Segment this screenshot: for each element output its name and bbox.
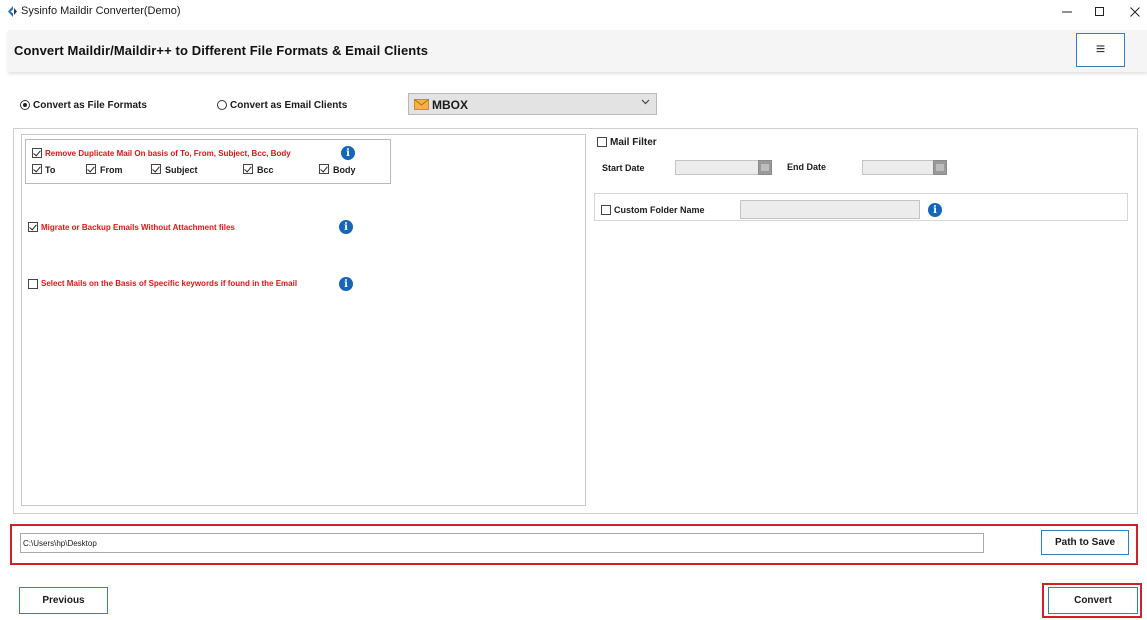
- minimize-button[interactable]: [1050, 0, 1084, 24]
- dup-to-label[interactable]: To: [45, 165, 55, 175]
- radio-email-clients[interactable]: [217, 100, 227, 110]
- dup-body-label[interactable]: Body: [333, 165, 356, 175]
- hamburger-menu-button[interactable]: ≡: [1076, 33, 1125, 67]
- info-icon-glyph: i: [933, 204, 937, 216]
- info-icon-glyph: i: [346, 147, 350, 159]
- remove-duplicate-checkbox[interactable]: [32, 148, 42, 158]
- dup-subject-checkbox[interactable]: [151, 164, 161, 174]
- page-title: Convert Maildir/Maildir++ to Different F…: [14, 43, 429, 58]
- convert-label: Convert: [1074, 595, 1112, 606]
- hamburger-menu-icon: ≡: [1095, 41, 1106, 58]
- info-icon[interactable]: i: [339, 277, 353, 291]
- start-date-calendar-icon[interactable]: [758, 160, 772, 175]
- dup-bcc-checkbox[interactable]: [243, 164, 253, 174]
- dup-bcc-label[interactable]: Bcc: [257, 165, 274, 175]
- remove-duplicate-label[interactable]: Remove Duplicate Mail On basis of To, Fr…: [45, 149, 291, 158]
- custom-folder-checkbox[interactable]: [601, 205, 611, 215]
- info-icon[interactable]: i: [339, 220, 353, 234]
- end-date-calendar-icon[interactable]: [933, 160, 947, 175]
- mbox-envelope-icon: [414, 99, 429, 110]
- window-title: Sysinfo Maildir Converter(Demo): [21, 5, 181, 17]
- keywords-label[interactable]: Select Mails on the Basis of Specific ke…: [41, 279, 297, 288]
- minimize-icon: [1062, 11, 1072, 13]
- maximize-button[interactable]: [1083, 0, 1117, 24]
- convert-button[interactable]: Convert: [1048, 587, 1138, 614]
- radio-email-clients-label[interactable]: Convert as Email Clients: [230, 100, 347, 111]
- previous-label: Previous: [42, 595, 85, 606]
- info-icon-glyph: i: [344, 278, 348, 290]
- start-date-label: Start Date: [602, 163, 645, 173]
- custom-folder-input[interactable]: [740, 200, 920, 219]
- radio-file-formats[interactable]: [20, 100, 30, 110]
- no-attachment-label[interactable]: Migrate or Backup Emails Without Attachm…: [41, 223, 235, 232]
- left-options-panel: [21, 134, 586, 506]
- end-date-field[interactable]: [862, 160, 934, 175]
- dup-body-checkbox[interactable]: [319, 164, 329, 174]
- end-date-label: End Date: [787, 162, 827, 172]
- title-bar: Sysinfo Maildir Converter(Demo): [0, 0, 1147, 24]
- no-attachment-checkbox[interactable]: [28, 222, 38, 232]
- radio-file-formats-label[interactable]: Convert as File Formats: [33, 100, 147, 111]
- path-to-save-label: Path to Save: [1054, 537, 1116, 548]
- custom-folder-label[interactable]: Custom Folder Name: [614, 205, 705, 215]
- mail-filter-label[interactable]: Mail Filter: [610, 137, 657, 148]
- format-dropdown[interactable]: MBOX: [408, 93, 657, 115]
- info-icon-glyph: i: [344, 221, 348, 233]
- info-icon[interactable]: i: [928, 203, 942, 217]
- previous-button[interactable]: Previous: [19, 587, 108, 614]
- keywords-checkbox[interactable]: [28, 279, 38, 289]
- chevron-down-icon: [641, 99, 650, 105]
- save-path-input[interactable]: C:\Users\hp\Desktop: [20, 533, 984, 553]
- close-icon: [1130, 7, 1140, 17]
- start-date-field[interactable]: [675, 160, 759, 175]
- dup-subject-label[interactable]: Subject: [165, 165, 198, 175]
- path-to-save-button[interactable]: Path to Save: [1041, 530, 1129, 555]
- close-button[interactable]: [1118, 0, 1147, 24]
- maximize-icon: [1095, 7, 1104, 16]
- save-path-value: C:\Users\hp\Desktop: [23, 539, 97, 548]
- dup-to-checkbox[interactable]: [32, 164, 42, 174]
- info-icon[interactable]: i: [341, 146, 355, 160]
- mail-filter-checkbox[interactable]: [597, 137, 607, 147]
- header-bar: Convert Maildir/Maildir++ to Different F…: [8, 30, 1147, 72]
- format-dropdown-value: MBOX: [432, 98, 468, 112]
- app-logo-icon: [8, 6, 17, 17]
- dup-from-checkbox[interactable]: [86, 164, 96, 174]
- duplicate-options-group: [25, 139, 391, 184]
- app-window: Sysinfo Maildir Converter(Demo) Convert …: [0, 0, 1147, 620]
- dup-from-label[interactable]: From: [100, 165, 123, 175]
